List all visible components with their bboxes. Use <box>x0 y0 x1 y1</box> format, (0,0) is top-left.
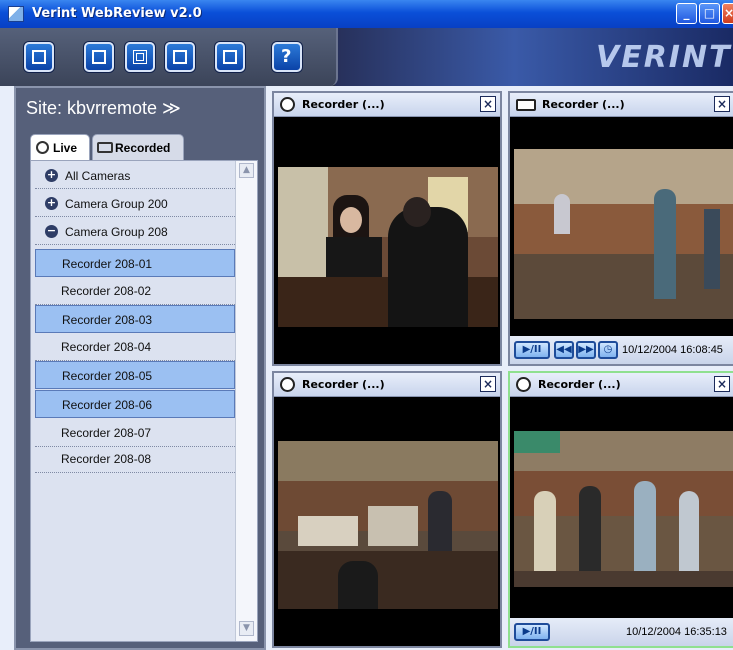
tree-group-camera-group-208[interactable]: − Camera Group 208 <box>35 219 235 245</box>
multi-view-button[interactable] <box>165 42 195 72</box>
rewind-button[interactable]: ◀◀ <box>554 341 574 359</box>
expand-icon[interactable]: + <box>45 169 58 182</box>
recorder-label: Recorder 208-07 <box>61 426 152 440</box>
recorder-item[interactable]: Recorder 208-02 <box>35 277 235 305</box>
quad-view-button[interactable] <box>125 42 155 72</box>
clock-icon <box>36 141 49 154</box>
pane-title-bar: Recorder (...) × <box>274 373 500 397</box>
maximize-button[interactable]: □ <box>699 3 720 24</box>
recorder-label: Recorder 208-04 <box>61 340 152 354</box>
window-title: Verint WebReview v2.0 <box>32 6 202 21</box>
pane-title: Recorder (...) <box>302 98 385 111</box>
recorder-label: Recorder 208-06 <box>62 398 153 412</box>
back-button[interactable] <box>24 42 54 72</box>
pane-title: Recorder (...) <box>302 378 385 391</box>
camera-tree: + All Cameras + Camera Group 200 − Camer… <box>30 160 258 642</box>
video-feed <box>278 167 498 327</box>
scroll-up-icon[interactable]: ▲ <box>239 163 254 178</box>
playback-controls: ▶/II 10/12/2004 16:35:13 <box>510 618 733 646</box>
help-button[interactable]: ? <box>272 42 302 72</box>
close-pane-button[interactable]: × <box>714 96 730 112</box>
video-pane[interactable]: Recorder (...) × ▶/II ◀◀ ▶▶ ◷ 10/12/2004… <box>508 91 733 366</box>
close-window-button[interactable]: × <box>722 3 733 24</box>
tab-recorded[interactable]: Recorded <box>92 134 184 160</box>
tab-live[interactable]: Live <box>30 134 90 160</box>
tape-icon <box>516 99 536 111</box>
recorder-label: Recorder 208-05 <box>62 369 153 383</box>
close-pane-button[interactable]: × <box>480 376 496 392</box>
tab-live-label: Live <box>53 141 78 155</box>
fast-forward-button[interactable]: ▶▶ <box>576 341 596 359</box>
fullscreen-button[interactable] <box>215 42 245 72</box>
multi-view-icon <box>173 50 187 64</box>
recorder-item[interactable]: Recorder 208-05 <box>35 361 235 389</box>
scroll-down-icon[interactable]: ▼ <box>239 621 254 636</box>
pane-title-bar: Recorder (...) × <box>510 373 733 397</box>
tree-group-label: All Cameras <box>65 169 131 183</box>
clock-icon <box>280 97 295 112</box>
back-icon <box>32 50 46 64</box>
verint-logo: VERINT <box>596 40 732 75</box>
recorder-label: Recorder 208-03 <box>62 313 153 327</box>
toolbar-button-panel: ? <box>0 28 338 86</box>
recorder-item[interactable]: Recorder 208-03 <box>35 305 235 333</box>
pane-title-bar: Recorder (...) × <box>510 93 733 117</box>
recorder-item[interactable]: Recorder 208-08 <box>35 445 235 473</box>
tree-group-label: Camera Group 200 <box>65 197 168 211</box>
close-pane-button[interactable]: × <box>480 96 496 112</box>
recorder-label: Recorder 208-01 <box>62 257 153 271</box>
recorder-item[interactable]: Recorder 208-01 <box>35 249 235 277</box>
close-pane-button[interactable]: × <box>714 376 730 392</box>
clock-icon <box>280 377 295 392</box>
playback-controls: ▶/II ◀◀ ▶▶ ◷ 10/12/2004 16:08:45 <box>510 336 733 364</box>
expand-icon[interactable]: + <box>45 197 58 210</box>
playback-timestamp: 10/12/2004 16:35:13 <box>626 626 727 638</box>
play-pause-button[interactable]: ▶/II <box>514 623 550 641</box>
tab-recorded-label: Recorded <box>115 141 171 155</box>
fullscreen-icon <box>223 50 237 64</box>
play-pause-button[interactable]: ▶/II <box>514 341 550 359</box>
site-sidebar: Site: kbvrremote ≫ Live Recorded + All C… <box>14 86 266 650</box>
recorder-item[interactable]: Recorder 208-04 <box>35 333 235 361</box>
video-feed <box>514 431 733 587</box>
pane-title-bar: Recorder (...) × <box>274 93 500 117</box>
pane-title: Recorder (...) <box>542 98 625 111</box>
recorder-label: Recorder 208-02 <box>61 284 152 298</box>
recorder-item[interactable]: Recorder 208-06 <box>35 390 235 418</box>
minimize-button[interactable]: _ <box>676 3 697 24</box>
recorder-item[interactable]: Recorder 208-07 <box>35 419 235 447</box>
tree-group-all-cameras[interactable]: + All Cameras <box>35 163 235 189</box>
title-bar[interactable]: Verint WebReview v2.0 _ □ × <box>0 0 733 28</box>
recorder-label: Recorder 208-08 <box>61 452 152 466</box>
help-icon: ? <box>281 46 292 67</box>
clock-icon <box>516 377 531 392</box>
playback-timestamp: 10/12/2004 16:08:45 <box>622 344 723 356</box>
video-pane[interactable]: Recorder (...) × <box>272 371 502 648</box>
clock-button[interactable]: ◷ <box>598 341 618 359</box>
quad-view-icon <box>133 50 147 64</box>
single-view-button[interactable] <box>84 42 114 72</box>
toolbar: ? VERINT <box>0 28 733 86</box>
tape-icon <box>97 142 113 153</box>
tree-scrollbar[interactable]: ▲ ▼ <box>235 161 257 641</box>
single-view-icon <box>92 50 106 64</box>
site-selector[interactable]: Site: kbvrremote ≫ <box>26 98 181 119</box>
tree-group-camera-group-200[interactable]: + Camera Group 200 <box>35 191 235 217</box>
app-icon <box>8 6 24 22</box>
app-window: Verint WebReview v2.0 _ □ × ? VERINT Sit… <box>0 0 733 650</box>
pane-title: Recorder (...) <box>538 378 621 391</box>
video-pane[interactable]: Recorder (...) × <box>272 91 502 366</box>
collapse-icon[interactable]: − <box>45 225 58 238</box>
video-pane-active[interactable]: Recorder (...) × ▶/II 10/12/2004 16:35:1… <box>508 371 733 648</box>
video-feed <box>514 149 733 319</box>
tree-group-label: Camera Group 208 <box>65 225 168 239</box>
video-feed <box>278 441 498 609</box>
